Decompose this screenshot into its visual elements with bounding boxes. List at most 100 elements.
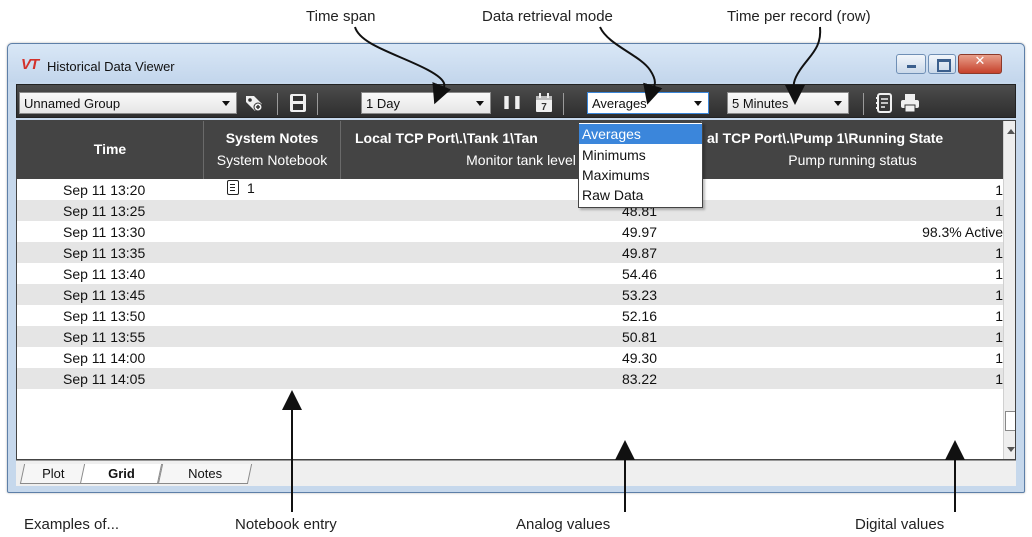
notebook-entry-icon[interactable] [227,180,239,195]
table-row[interactable]: Sep 11 13:50 52.16 1 [17,305,1003,326]
annotation-time-per-record: Time per record (row) [727,8,871,25]
tab-plot-label: Plot [41,466,65,481]
time-per-record-select[interactable]: 5 Minutes [727,92,849,114]
tab-grid[interactable]: Grid [79,464,163,484]
column-divider[interactable] [340,121,341,179]
time-span-select[interactable]: 1 Day [361,92,491,114]
vertical-scrollbar[interactable] [1003,121,1015,459]
title-bar[interactable]: VT Historical Data Viewer ✕ [8,44,1024,82]
group-select-value: Unnamed Group [24,96,121,111]
screenshot-stage: Time span Data retrieval mode Time per r… [0,0,1032,537]
cell-digital: 1 [995,203,1003,219]
tab-plot[interactable]: Plot [19,464,87,484]
table-row[interactable]: Sep 11 13:55 50.81 1 [17,326,1003,347]
chevron-down-icon [222,101,230,106]
table-row[interactable]: Sep 11 14:00 49.30 1 [17,347,1003,368]
tab-notes[interactable]: Notes [157,464,253,484]
column-subheader-system-notebook: System Notebook [216,152,328,168]
group-select[interactable]: Unnamed Group [19,92,237,114]
option-maximums[interactable]: Maximums [579,165,702,185]
table-row[interactable]: Sep 11 13:25 48.81 1 [17,200,1003,221]
retrieval-mode-select[interactable]: Averages [587,92,709,114]
column-subheader-pump-running-status: Pump running status [788,152,917,168]
option-minimums[interactable]: Minimums [579,145,702,165]
cell-analog: 54.46 [621,266,657,282]
time-span-value: 1 Day [366,96,400,111]
cell-time: Sep 11 13:50 [63,308,146,324]
close-button[interactable]: ✕ [958,54,1002,74]
time-per-record-value: 5 Minutes [732,96,789,111]
window-title: Historical Data Viewer [47,59,175,74]
data-grid: Time System Notes System Notebook Local … [16,120,1016,460]
column-header-pump-running-state[interactable]: al TCP Port\.\Pump 1\Running State [707,130,1003,146]
cell-analog: 52.16 [621,308,657,324]
cell-digital: 98.3% Active [922,224,1003,240]
grid-header: Time System Notes System Notebook Local … [17,121,1003,179]
toolbar-separator [863,93,864,115]
calendar-icon[interactable]: 7 [533,91,555,115]
chevron-down-icon [694,101,702,106]
cell-time: Sep 11 13:35 [63,245,146,261]
cell-digital: 1 [995,182,1003,198]
notebook-entry-cell[interactable]: 1 [227,180,255,196]
vt-logo-icon: VT [21,56,39,73]
cell-analog: 49.30 [621,350,657,366]
table-row[interactable]: Sep 11 14:05 83.22 1 [17,368,1003,389]
cell-digital: 1 [995,329,1003,345]
maximize-button[interactable] [928,54,956,74]
save-icon[interactable] [287,91,309,115]
view-tabs: Plot Notes Grid [16,460,1016,486]
table-row[interactable]: Sep 11 13:30 49.97 98.3% Active [17,221,1003,242]
retrieval-mode-dropdown-list: Averages Minimums Maximums Raw Data [578,122,703,208]
cell-digital: 1 [995,287,1003,303]
tab-notes-label: Notes [188,466,223,481]
option-raw-data[interactable]: Raw Data [579,185,702,205]
cell-time: Sep 11 13:30 [63,224,146,240]
column-header-tank-level[interactable]: Local TCP Port\.\Tank 1\Tan [347,130,597,146]
column-header-time[interactable]: Time [17,141,203,157]
cell-analog: 49.97 [621,224,657,240]
option-averages[interactable]: Averages [579,124,702,144]
cell-time: Sep 11 14:00 [63,350,146,366]
cell-time: Sep 11 13:40 [63,266,146,282]
cell-time: Sep 11 14:05 [63,371,146,387]
scroll-thumb[interactable] [1005,411,1015,431]
cell-analog: 49.87 [621,245,657,261]
cell-digital: 1 [995,371,1003,387]
table-row[interactable]: Sep 11 13:45 53.23 1 [17,284,1003,305]
cell-time: Sep 11 13:20 [63,182,146,198]
retrieval-mode-value: Averages [592,96,647,111]
annotation-digital-values: Digital values [855,516,945,533]
cell-analog: 83.22 [621,371,657,387]
scroll-up-arrow-icon[interactable] [1007,129,1015,134]
table-row[interactable]: Sep 11 13:20 1 1 [17,179,1003,200]
cell-digital: 1 [995,350,1003,366]
notebook-icon[interactable] [873,91,895,115]
annotation-examples: Examples of... [24,516,120,533]
toolbar: Unnamed Group 1 Day ❚❚ 7 Averages 5 Minu… [16,84,1016,118]
cell-time: Sep 11 13:45 [63,287,146,303]
pause-icon[interactable]: ❚❚ [501,91,523,115]
chevron-down-icon [476,101,484,106]
annotation-retrieval-mode: Data retrieval mode [482,8,613,25]
annotation-notebook-entry: Notebook entry [235,516,337,533]
cell-time: Sep 11 13:55 [63,329,146,345]
toolbar-separator [317,93,318,115]
cell-time: Sep 11 13:25 [63,203,146,219]
cell-analog: 50.81 [621,329,657,345]
column-header-system-notes[interactable]: System Notes [204,130,340,146]
toolbar-separator [277,93,278,115]
scroll-down-arrow-icon[interactable] [1007,447,1015,452]
annotation-analog-values: Analog values [516,516,611,533]
print-icon[interactable] [899,91,921,115]
annotation-time-span: Time span [306,8,376,25]
minimize-button[interactable] [896,54,926,74]
historical-data-viewer-window: VT Historical Data Viewer ✕ Unnamed Grou… [7,43,1025,493]
cell-note-count: 1 [247,180,255,196]
cell-digital: 1 [995,308,1003,324]
tag-settings-icon[interactable] [243,91,265,115]
table-row[interactable]: Sep 11 13:35 49.87 1 [17,242,1003,263]
grid-body: Sep 11 13:20 1 1 Sep 11 13:25 48.81 1 Se… [17,179,1003,441]
toolbar-separator [563,93,564,115]
table-row[interactable]: Sep 11 13:40 54.46 1 [17,263,1003,284]
